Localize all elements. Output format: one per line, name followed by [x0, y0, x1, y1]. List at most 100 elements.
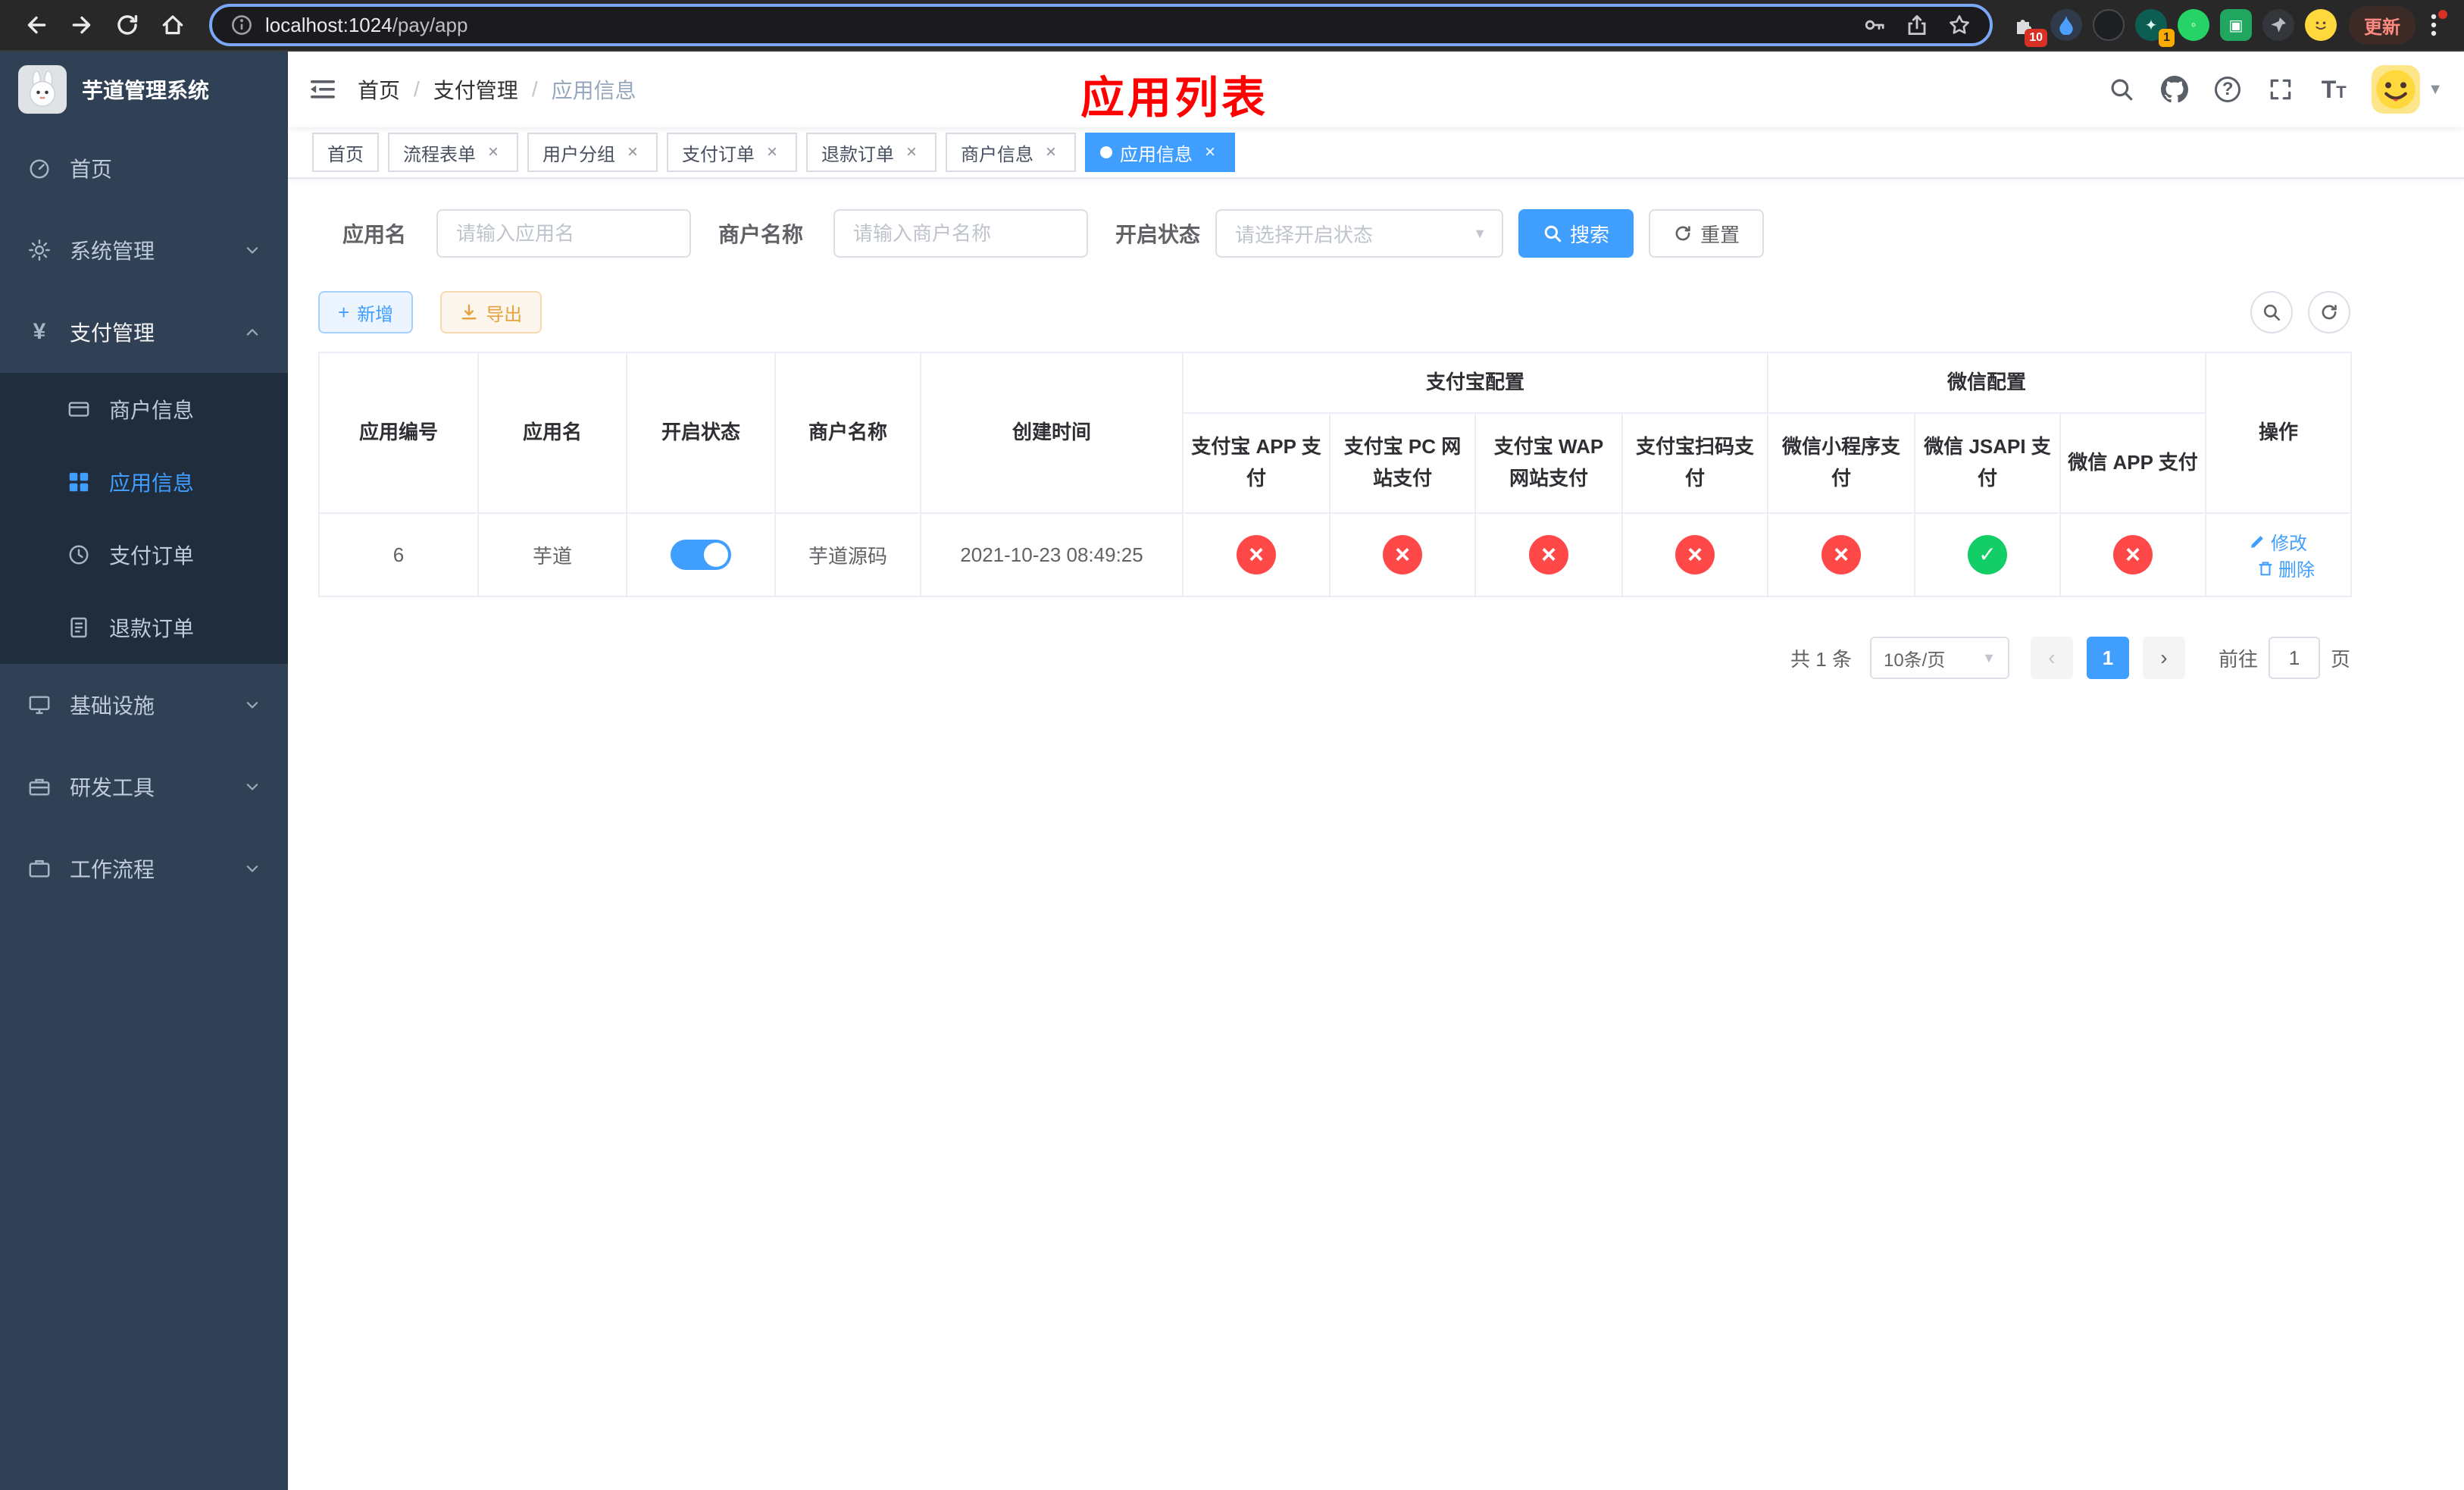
- refresh-table-button[interactable]: [2308, 291, 2350, 333]
- extension-teal-icon[interactable]: ✦ 1: [2135, 9, 2175, 47]
- sidebar-item-home[interactable]: 首页: [0, 127, 288, 209]
- group-wechat-config: 微信配置: [1767, 352, 2207, 414]
- close-icon[interactable]: [623, 142, 643, 162]
- delete-button[interactable]: 删除: [2257, 555, 2315, 581]
- toggle-search-button[interactable]: [2250, 291, 2293, 333]
- browser-forward-button[interactable]: [61, 4, 103, 46]
- breadcrumb-payment[interactable]: 支付管理: [433, 74, 518, 105]
- page-number-button[interactable]: 1: [2086, 637, 2129, 679]
- status-toggle[interactable]: [671, 540, 731, 570]
- close-icon[interactable]: [483, 142, 503, 162]
- bookmark-star-icon[interactable]: [1947, 13, 1972, 37]
- col-merchant: 商户名称: [774, 352, 921, 514]
- app-name-input[interactable]: [436, 209, 692, 258]
- cell-actions: 修改 删除: [2205, 512, 2353, 597]
- col-app-name: 应用名: [477, 352, 627, 514]
- chevron-down-icon: ▼: [2428, 80, 2443, 98]
- browser-menu-button[interactable]: [2419, 7, 2449, 43]
- extension-avatar-icon[interactable]: [2305, 9, 2337, 41]
- cell-wechat-mini: [1767, 512, 1916, 597]
- logo-image: [18, 65, 67, 114]
- status-select[interactable]: 请选择开启状态 ▼: [1215, 209, 1504, 258]
- extension-pin-icon[interactable]: [2262, 9, 2294, 41]
- sidebar-item-system[interactable]: 系统管理: [0, 209, 288, 291]
- address-bar[interactable]: localhost:1024/pay/app: [209, 4, 1993, 46]
- tab-refund-order[interactable]: 退款订单: [806, 133, 937, 172]
- extensions-puzzle-icon[interactable]: 10: [2008, 9, 2047, 47]
- add-button[interactable]: + 新增: [318, 291, 414, 333]
- cell-create-time: 2021-10-23 08:49:25: [920, 512, 1184, 597]
- app-title: 芋道管理系统: [82, 79, 210, 102]
- cross-status-icon: [1529, 535, 1568, 574]
- col-wechat-app: 微信 APP 支付: [2059, 412, 2207, 514]
- export-button[interactable]: 导出: [440, 291, 543, 333]
- tab-user-group[interactable]: 用户分组: [527, 133, 658, 172]
- sidebar-item-label: 工作流程: [70, 858, 155, 881]
- extension-green-circle-icon[interactable]: ◦: [2178, 9, 2209, 41]
- github-icon: [2161, 76, 2189, 103]
- sidebar-item-refund-order[interactable]: 退款订单: [0, 591, 288, 664]
- extension-dark-icon[interactable]: [2093, 9, 2125, 41]
- extension-green-square-icon[interactable]: ▣: [2220, 9, 2252, 41]
- browser-home-button[interactable]: [152, 4, 194, 46]
- col-wechat-jsapi: 微信 JSAPI 支付: [1914, 412, 2062, 514]
- trash-icon: [2259, 561, 2272, 575]
- credit-card-icon: [67, 398, 91, 421]
- cell-alipay-wap: [1474, 512, 1623, 597]
- sidebar-toggle-button[interactable]: [288, 52, 358, 127]
- back-icon: [27, 16, 46, 34]
- pagination: 共 1 条 10条/页 ▼ ‹ 1 › 前往 页: [318, 637, 2350, 679]
- next-icon: ›: [2160, 646, 2168, 669]
- avatar: [2372, 65, 2421, 114]
- browser-reload-button[interactable]: [106, 4, 149, 46]
- yen-icon: ¥: [33, 319, 46, 344]
- share-icon[interactable]: [1905, 13, 1929, 37]
- search-button[interactable]: 搜索: [1518, 209, 1634, 258]
- close-icon[interactable]: [762, 142, 782, 162]
- browser-update-button[interactable]: 更新: [2349, 5, 2416, 45]
- tab-home[interactable]: 首页: [312, 133, 379, 172]
- breadcrumb: 首页 / 支付管理 / 应用信息: [358, 74, 636, 105]
- edit-button[interactable]: 修改: [2250, 528, 2307, 555]
- sidebar-item-workflow[interactable]: 工作流程: [0, 828, 288, 909]
- fullscreen-button[interactable]: [2265, 74, 2296, 105]
- sidebar: 芋道管理系统 首页 系统管理 ¥ 支付管理 商户信息 应用信息 支付订单 退款订…: [0, 52, 288, 1490]
- close-icon[interactable]: [902, 142, 921, 162]
- help-button[interactable]: ?: [2212, 74, 2243, 105]
- total-count: 共 1 条: [1790, 647, 1852, 671]
- tab-merchant-info[interactable]: 商户信息: [946, 133, 1076, 172]
- reset-button[interactable]: 重置: [1649, 209, 1765, 258]
- browser-back-button[interactable]: [15, 4, 58, 46]
- sidebar-item-merchant-info[interactable]: 商户信息: [0, 373, 288, 446]
- sidebar-item-label: 商户信息: [109, 399, 195, 422]
- breadcrumb-home[interactable]: 首页: [358, 74, 400, 105]
- search-form: 应用名 商户名称 开启状态 请选择开启状态 ▼ 搜索 重置: [318, 209, 2434, 258]
- tab-app-info[interactable]: 应用信息: [1085, 133, 1235, 172]
- page-size-select[interactable]: 10条/页 ▼: [1869, 637, 2009, 679]
- extension-blue-icon[interactable]: [2050, 9, 2082, 41]
- sidebar-item-app-info[interactable]: 应用信息: [0, 446, 288, 518]
- sidebar-menu: 首页 系统管理 ¥ 支付管理 商户信息 应用信息 支付订单 退款订单 基础设施 …: [0, 127, 288, 1490]
- tab-pay-order[interactable]: 支付订单: [667, 133, 797, 172]
- close-icon[interactable]: [1200, 142, 1220, 162]
- github-button[interactable]: [2159, 74, 2190, 105]
- home-icon: [162, 15, 183, 35]
- prev-page-button[interactable]: ‹: [2030, 637, 2073, 679]
- header-search-button[interactable]: [2106, 74, 2137, 105]
- tab-process-form[interactable]: 流程表单: [388, 133, 518, 172]
- close-icon[interactable]: [1041, 142, 1061, 162]
- sidebar-item-pay-order[interactable]: 支付订单: [0, 518, 288, 591]
- goto-label: 前往: [2218, 647, 2258, 671]
- breadcrumb-current: 应用信息: [551, 79, 636, 102]
- sidebar-item-payment[interactable]: ¥ 支付管理: [0, 291, 288, 373]
- password-key-icon[interactable]: [1862, 13, 1887, 37]
- cell-app-id: 6: [318, 512, 479, 597]
- next-page-button[interactable]: ›: [2142, 637, 2185, 679]
- sidebar-item-dev-tools[interactable]: 研发工具: [0, 746, 288, 828]
- merchant-name-input[interactable]: [833, 209, 1089, 258]
- sidebar-item-infrastructure[interactable]: 基础设施: [0, 664, 288, 746]
- user-menu[interactable]: ▼: [2372, 65, 2443, 114]
- app-table: 应用编号 应用名 开启状态 商户名称 创建时间 支付宝配置 微信配置 操作 支付…: [318, 352, 2434, 597]
- font-size-button[interactable]: TT: [2319, 74, 2349, 105]
- goto-page-input[interactable]: [2268, 637, 2320, 679]
